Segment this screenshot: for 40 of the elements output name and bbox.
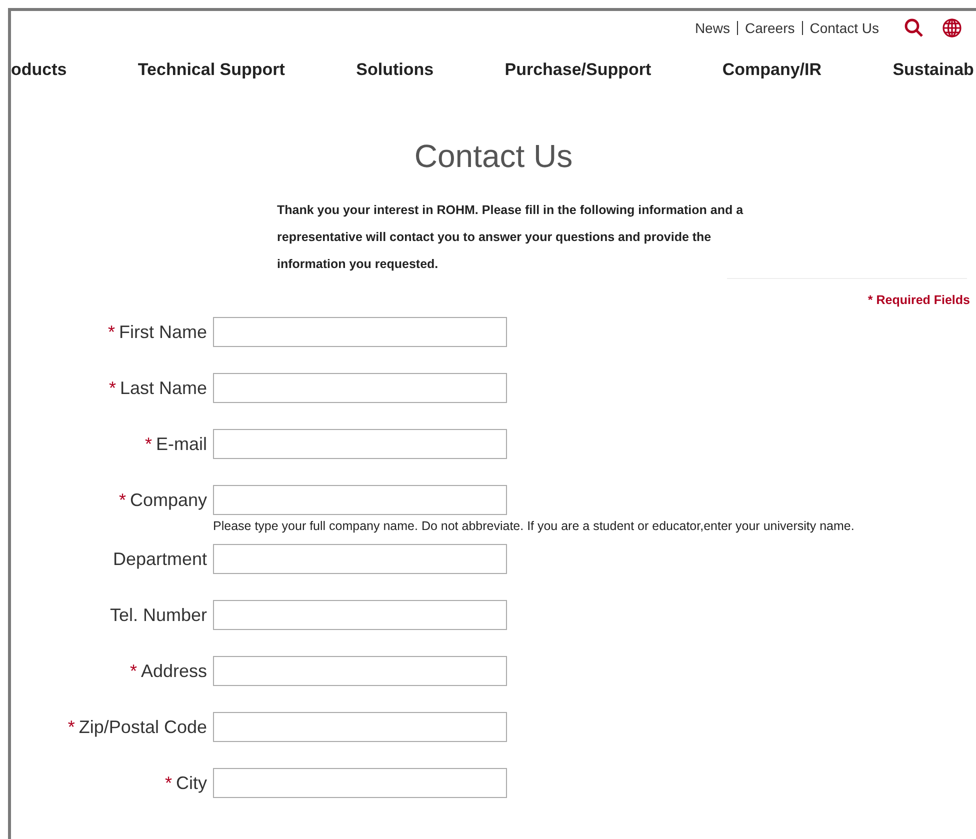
globe-icon[interactable] <box>942 18 962 38</box>
field-label: Address <box>140 660 207 680</box>
field-label: First Name <box>118 322 207 342</box>
input-field[interactable] <box>213 317 507 347</box>
input-field[interactable] <box>213 712 507 742</box>
field-label: Last Name <box>120 378 207 398</box>
input-field[interactable] <box>213 485 507 515</box>
field-label: E-mail <box>156 434 207 454</box>
input-field[interactable] <box>213 429 507 459</box>
required-marker: * <box>144 434 152 454</box>
required-marker: * <box>164 772 172 792</box>
header-link[interactable]: Contact Us <box>802 21 886 35</box>
required-marker: * <box>68 716 75 736</box>
required-note: * Required Fields <box>866 293 971 307</box>
nav-item[interactable]: oducts <box>11 60 67 94</box>
nav-item[interactable]: Technical Support <box>138 60 285 94</box>
field-label: City <box>176 772 207 792</box>
header-link[interactable]: Careers <box>736 21 802 35</box>
required-marker: * <box>108 322 115 342</box>
nav-item[interactable]: Purchase/Support <box>504 60 652 94</box>
input-field[interactable] <box>213 656 507 686</box>
field-label: Zip/Postal Code <box>78 716 207 736</box>
page-title: Contact Us <box>413 138 574 175</box>
nav-item[interactable]: Company/IR <box>722 60 822 94</box>
field-label: Company <box>130 490 207 510</box>
input-field[interactable] <box>213 373 507 403</box>
nav-item[interactable]: Sustainab <box>892 60 974 94</box>
header-link[interactable]: News <box>688 21 737 35</box>
field-label: Tel. Number <box>110 604 207 624</box>
required-marker: * <box>130 660 137 680</box>
required-marker: * <box>118 490 126 510</box>
input-field[interactable] <box>213 544 507 574</box>
intro-text: Thank you your interest in ROHM. Please fill in the following information and a representative will contact you to answer your questions and provide the information you requested. <box>277 202 744 273</box>
required-marker: * <box>108 378 116 398</box>
field-label: Department <box>112 548 207 568</box>
input-field[interactable] <box>213 600 507 630</box>
search-icon[interactable] <box>904 18 924 38</box>
input-field[interactable] <box>213 768 507 798</box>
nav-item[interactable]: Solutions <box>356 60 434 94</box>
field-hint: Please type your full company name. Do not abbreviate. If you are a student or educator,enter your university name. <box>213 519 854 534</box>
